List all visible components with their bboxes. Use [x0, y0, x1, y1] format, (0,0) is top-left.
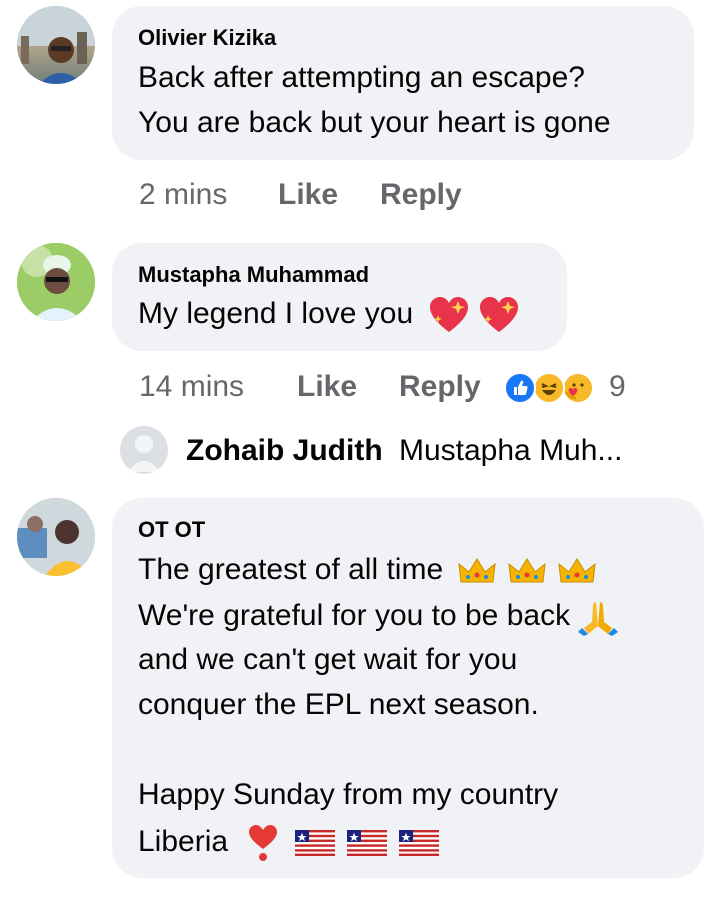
comment-text: We're grateful for you to be back	[138, 598, 571, 632]
exclamation-heart-icon	[249, 825, 278, 861]
reply-button[interactable]: Reply	[399, 370, 481, 404]
crown-icon	[508, 558, 546, 583]
sparkling-heart-icon	[479, 297, 518, 332]
comment-bubble: Mustapha Muhammad My legend I love you	[112, 243, 567, 351]
reply-button[interactable]: Reply	[380, 178, 462, 212]
liberia-flag-icon	[294, 830, 335, 856]
crown-icon	[558, 558, 596, 583]
sparkling-heart-icon	[429, 297, 468, 332]
comment-text-line: The greatest of all time	[138, 553, 596, 587]
avatar-olivier-kizika[interactable]	[17, 6, 95, 84]
comment-text: Liberia	[138, 824, 229, 858]
comment-text: The greatest of all time	[138, 553, 444, 586]
comment-text-line: conquer the EPL next season.	[138, 688, 539, 721]
reaction-count: 9	[609, 370, 626, 403]
comment-text-line: We're grateful for you to be back	[138, 598, 619, 636]
liberia-flag-icon	[347, 830, 388, 856]
crown-icon	[457, 558, 496, 583]
comment-text-line: Liberia	[138, 823, 440, 863]
comment-text-line: You are back but your heart is gone	[138, 106, 611, 139]
comment-author[interactable]: OT OT	[138, 517, 205, 543]
avatar-placeholder-zohaib[interactable]	[120, 426, 168, 474]
comment-bubble: Olivier Kizika Back after attempting an …	[112, 6, 694, 160]
care-reaction-icon	[562, 372, 594, 404]
reply-preview-author[interactable]: Zohaib Judith	[186, 434, 383, 467]
comment-timestamp[interactable]: 2 mins	[139, 178, 227, 212]
comment-text-line: Happy Sunday from my country	[138, 778, 559, 811]
like-button[interactable]: Like	[278, 178, 338, 212]
comment-author[interactable]: Mustapha Muhammad	[138, 262, 369, 288]
comment-timestamp[interactable]: 14 mins	[139, 370, 244, 404]
reply-preview-text: Zohaib Judith Mustapha Muh...	[186, 434, 622, 468]
comment-text-line: Back after attempting an escape?	[138, 61, 585, 94]
comment-text: My legend I love you	[138, 296, 414, 330]
comment-author[interactable]: Olivier Kizika	[138, 25, 276, 51]
comment-text-line: My legend I love you	[138, 295, 520, 335]
like-button[interactable]: Like	[297, 370, 357, 404]
liberia-flag-icon	[399, 830, 440, 856]
comment-bubble: OT OT The greatest of all time We're gra…	[112, 498, 704, 878]
reply-preview-snippet: Mustapha Muh...	[398, 434, 623, 467]
avatar-mustapha-muhammad[interactable]	[17, 243, 95, 321]
like-reaction-icon	[504, 372, 536, 404]
avatar-ot-ot[interactable]	[17, 498, 95, 576]
comment-text-line: and we can't get wait for you	[138, 643, 518, 676]
laughing-reaction-icon	[533, 372, 565, 404]
folded-hands-icon	[578, 602, 619, 636]
